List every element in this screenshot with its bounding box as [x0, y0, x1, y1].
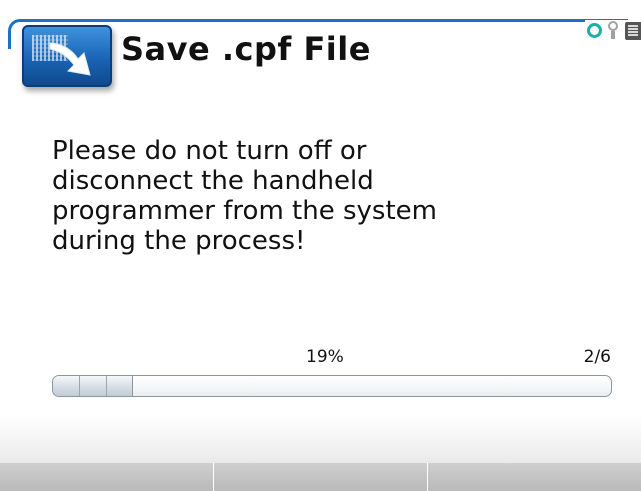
- screen: Save .cpf File Please do not turn off or…: [0, 0, 641, 491]
- status-icons: [585, 20, 641, 42]
- progress-segment: [106, 376, 134, 396]
- message-line: Please do not turn off or: [52, 136, 367, 166]
- progress-percent: 19%: [306, 347, 344, 367]
- progress-fill: [53, 376, 134, 396]
- progress-step: 2/6: [583, 347, 611, 367]
- message-line: disconnect the handheld: [52, 166, 374, 196]
- softkey-right[interactable]: [428, 463, 641, 491]
- bottom-fade: [0, 415, 641, 463]
- message-line: during the process!: [52, 226, 306, 256]
- key-icon: [607, 21, 619, 39]
- progress-bar: [52, 375, 612, 397]
- progress-segment: [53, 376, 80, 396]
- softkey-left[interactable]: [0, 463, 214, 491]
- connection-ring-icon: [587, 23, 602, 38]
- warning-message: Please do not turn off or disconnect the…: [52, 136, 592, 256]
- page-title: Save .cpf File: [121, 30, 371, 68]
- battery-icon: [625, 22, 641, 40]
- softkey-bar: [0, 463, 641, 491]
- progress-segment: [79, 376, 107, 396]
- save-file-icon: [22, 25, 112, 87]
- message-line: programmer from the system: [52, 196, 437, 226]
- softkey-middle[interactable]: [214, 463, 428, 491]
